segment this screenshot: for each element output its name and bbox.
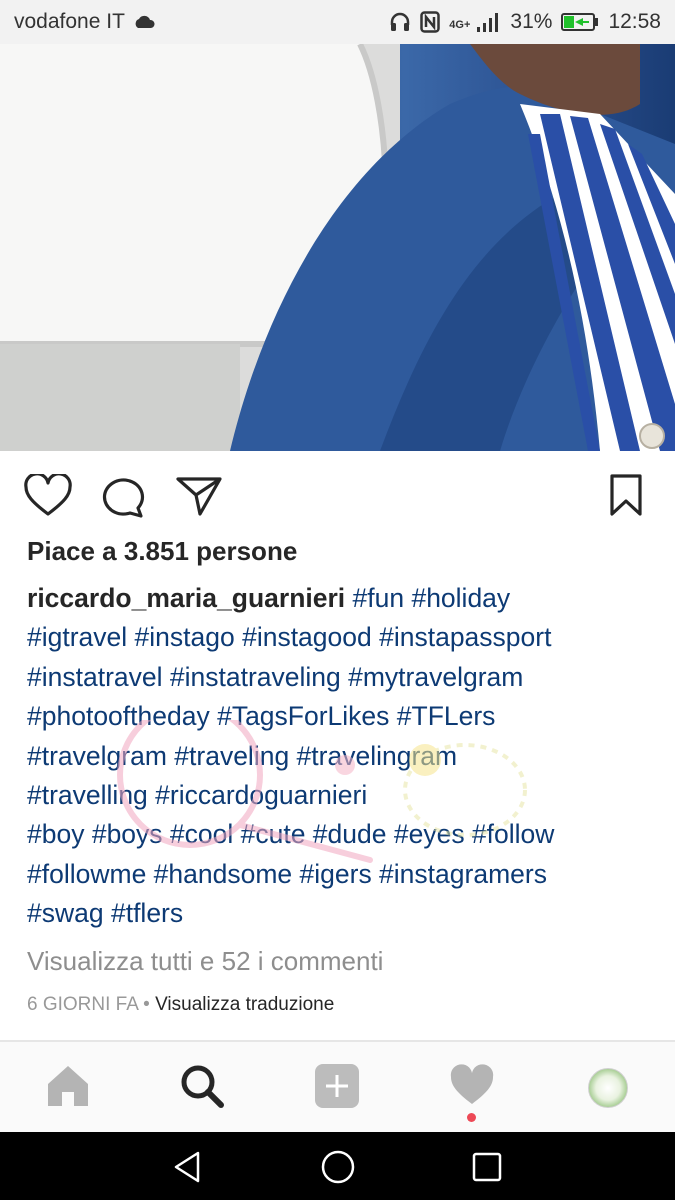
heart-outline-icon[interactable] — [24, 474, 72, 518]
search-icon[interactable] — [178, 1062, 226, 1110]
meta-separator: • — [137, 994, 156, 1015]
home-circle-icon[interactable] — [320, 1149, 356, 1185]
cloud-icon — [135, 15, 155, 28]
post-photo-art — [0, 44, 675, 451]
hashtags[interactable]: #followme #handsome #igers #instagramers — [27, 855, 652, 894]
view-all-comments-link[interactable]: Visualizza tutti e 52 i commenti — [27, 946, 383, 977]
caption-line: riccardo_maria_guarnieri #fun #holiday — [27, 579, 652, 618]
status-right: 4G+ 31% 12:58 — [389, 10, 661, 34]
add-post-icon[interactable] — [313, 1062, 361, 1110]
heart-icon[interactable] — [448, 1062, 496, 1110]
system-nav-bar — [0, 1132, 675, 1200]
post-time-ago: 6 GIORNI FA — [27, 994, 138, 1015]
battery-percent: 31% — [510, 10, 553, 33]
network-type: 4G+ — [449, 19, 471, 31]
avatar[interactable] — [588, 1068, 628, 1108]
clock: 12:58 — [608, 10, 661, 33]
status-bar: vodafone IT 4G+ 31% 12:58 — [0, 0, 675, 44]
hashtags[interactable]: #fun #holiday — [345, 583, 511, 613]
bottom-tab-bar — [0, 1040, 675, 1132]
battery-icon — [561, 13, 599, 31]
hashtags[interactable]: #travelling #riccardoguarnieri — [27, 776, 652, 815]
signal-icon — [477, 13, 499, 32]
home-icon[interactable] — [44, 1062, 92, 1110]
status-left: vodafone IT — [14, 10, 155, 34]
likes-count[interactable]: Piace a 3.851 persone — [27, 536, 297, 567]
bookmark-icon[interactable] — [603, 474, 651, 518]
translate-link[interactable]: Visualizza traduzione — [155, 994, 334, 1015]
recents-square-icon[interactable] — [469, 1149, 505, 1185]
nfc-icon — [420, 11, 441, 33]
hashtags[interactable]: #instatravel #instatraveling #mytravelgr… — [27, 658, 652, 697]
hashtags[interactable]: #swag #tflers — [27, 894, 652, 933]
headphones-icon — [391, 12, 410, 31]
hashtags[interactable]: #boy #boys #cool #cute #dude #eyes #foll… — [27, 815, 652, 854]
hashtags[interactable]: #igtravel #instago #instagood #instapass… — [27, 618, 652, 657]
paper-plane-icon[interactable] — [175, 474, 223, 518]
post-photo[interactable] — [0, 44, 675, 451]
post-caption: riccardo_maria_guarnieri #fun #holiday #… — [27, 579, 652, 934]
back-icon[interactable] — [170, 1149, 206, 1185]
carrier-label: vodafone IT — [14, 10, 125, 33]
hashtags[interactable]: #photooftheday #TagsForLikes #TFLers — [27, 697, 652, 736]
post-actions — [0, 466, 675, 524]
notification-dot — [467, 1113, 476, 1122]
comment-bubble-icon[interactable] — [100, 474, 148, 518]
post-username[interactable]: riccardo_maria_guarnieri — [27, 583, 345, 613]
post-meta: 6 GIORNI FA • Visualizza traduzione — [27, 994, 334, 1016]
hashtags[interactable]: #travelgram #traveling #travelingram — [27, 737, 652, 776]
